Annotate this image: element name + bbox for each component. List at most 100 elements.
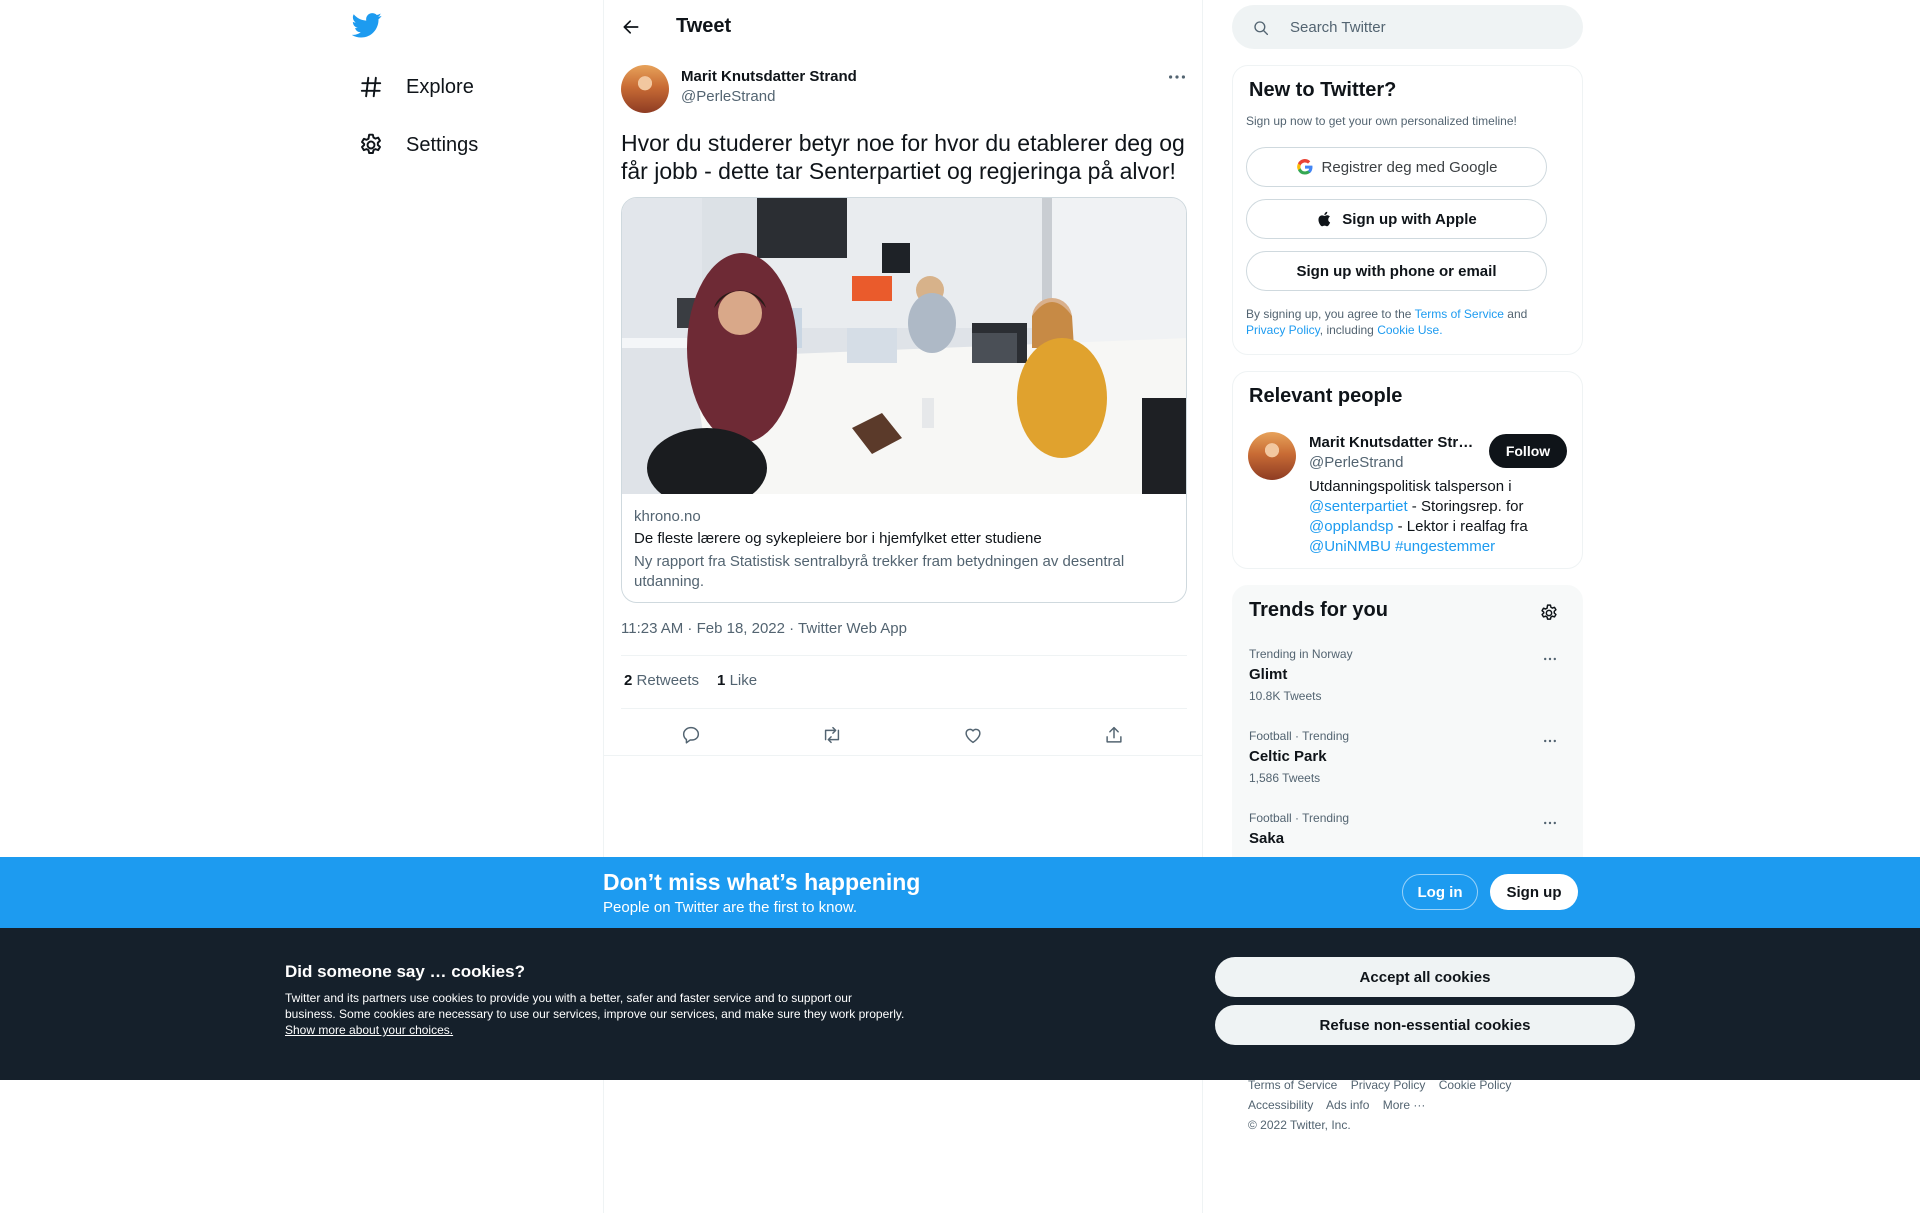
footer-link-privacy[interactable]: Privacy Policy [1351,1078,1426,1092]
search-input[interactable] [1290,15,1560,39]
likes-count: 1 [717,672,726,689]
divider [604,755,1202,756]
divider [621,655,1187,656]
card-image [622,198,1186,508]
google-signup-button[interactable]: Registrer deg med Google [1246,147,1547,187]
search-icon [1254,21,1269,36]
person-bio: Utdanningspolitisk talsperson i @senterp… [1309,477,1569,557]
terms-prefix: By signing up, you agree to the [1246,307,1412,321]
cookie-choices-link[interactable]: Show more about your choices. [285,1023,453,1037]
tweet-text: Hvor du studerer betyr noe for hvor du e… [621,130,1185,184]
login-button[interactable]: Log in [1402,874,1478,910]
follow-button[interactable]: Follow [1489,434,1567,468]
author-name[interactable]: Marit Knutsdatter Strand [681,68,857,85]
person-handle[interactable]: @PerleStrand [1309,454,1403,471]
author-avatar[interactable] [621,65,669,113]
retweets-label: Retweets [636,672,700,689]
new-to-twitter-panel: New to Twitter? Sign up now to get your … [1232,65,1583,355]
cookie-use-link[interactable]: Cookie Use. [1377,323,1442,337]
apple-icon [1318,211,1331,227]
tweet-timestamp[interactable]: 11:23 AM · Feb 18, 2022 · Twitter Web Ap… [621,620,907,637]
cookie-text: Twitter and its partners use cookies to … [285,990,905,1038]
bio-text: - Lektor i realfag fra [1393,518,1528,535]
share-icon[interactable] [1097,718,1131,752]
bio-text: Utdanningspolitisk talsperson i [1309,478,1512,495]
signup-terms: By signing up, you agree to the Terms of… [1246,306,1566,338]
signup-banner: Don’t miss what’s happening People on Tw… [0,857,1920,928]
footer-link-ads-info[interactable]: Ads info [1326,1098,1369,1112]
phone-email-signup-button[interactable]: Sign up with phone or email [1246,251,1547,291]
refuse-nonessential-cookies-button[interactable]: Refuse non-essential cookies [1215,1005,1635,1045]
cookie-body: Twitter and its partners use cookies to … [285,991,905,1021]
nav-label-explore: Explore [406,75,474,98]
author-handle[interactable]: @PerleStrand [681,88,775,105]
reply-icon[interactable] [674,718,708,752]
apple-signup-button[interactable]: Sign up with Apple [1246,199,1547,239]
bio-mention-uninmbu[interactable]: @UniNMBU [1309,538,1391,555]
google-icon [1296,159,1313,175]
more-options-icon[interactable] [1538,813,1562,833]
like-icon[interactable] [956,718,990,752]
trend-count: 1,586 Tweets [1249,771,1321,785]
trend-count: 10.8K Tweets [1249,689,1322,703]
sidebar-footer: Terms of Service Privacy Policy Cookie P… [1248,1075,1578,1135]
divider [621,708,1187,709]
tweet-header: Tweet [604,0,1202,53]
card-description: Ny rapport fra Statistisk sentralbyrå tr… [634,553,1125,590]
trend-item[interactable]: Trending in Norway Glimt 10.8K Tweets [1233,647,1583,729]
trend-context: Trending in Norway [1249,647,1353,661]
terms-of-service-link[interactable]: Terms of Service [1415,307,1504,321]
cookie-title: Did someone say … cookies? [285,962,525,981]
panel-title: Trends for you [1249,599,1388,621]
google-signup-label: Registrer deg med Google [1321,158,1498,176]
twitter-bird-icon[interactable] [351,10,386,44]
footer-link-cookie-policy[interactable]: Cookie Policy [1439,1078,1512,1092]
nav-item-settings[interactable]: Settings [348,122,488,168]
footer-row: Accessibility Ads info More ··· [1248,1095,1578,1115]
trend-context: Football · Trending [1249,811,1350,825]
person-avatar[interactable] [1248,432,1296,480]
trend-name: Saka [1249,830,1285,847]
footer-link-more[interactable]: More ··· [1383,1098,1426,1112]
gear-icon [358,132,384,158]
page-title: Tweet [676,15,732,37]
nav-item-explore[interactable]: Explore [348,64,484,110]
card-title: De fleste lærere og sykepleiere bor i hj… [634,530,1042,547]
bio-hashtag-ungestemmer[interactable]: #ungestemmer [1395,538,1495,555]
footer-link-terms[interactable]: Terms of Service [1248,1078,1337,1092]
bio-mention-senterpartiet[interactable]: @senterpartiet [1309,498,1408,515]
likes-stat[interactable]: 1 Like [717,672,757,689]
search-bar[interactable] [1232,5,1583,49]
retweets-stat[interactable]: 2 Retweets [624,672,699,689]
retweets-count: 2 [624,672,633,689]
panel-subtitle: Sign up now to get your own personalized… [1246,114,1517,128]
banner-subtitle: People on Twitter are the first to know. [603,899,858,916]
signup-button[interactable]: Sign up [1490,874,1578,910]
apple-signup-label: Sign up with Apple [1342,210,1477,228]
likes-label: Like [729,672,758,689]
more-options-icon[interactable] [1538,649,1562,669]
panel-title: Relevant people [1249,385,1403,407]
link-card[interactable]: khrono.no De fleste lærere og sykepleier… [621,197,1187,603]
bio-mention-opplandsp[interactable]: @opplandsp [1309,518,1393,535]
tweet-stats: 2 Retweets 1 Like [624,672,757,689]
accept-all-cookies-button[interactable]: Accept all cookies [1215,957,1635,997]
banner-title: Don’t miss what’s happening [603,869,921,895]
footer-copyright: © 2022 Twitter, Inc. [1248,1118,1351,1132]
terms-including: , including [1319,323,1374,337]
trend-context: Football · Trending [1249,729,1350,743]
trends-panel: Trends for you Trending in Norway Glimt … [1232,585,1583,885]
nav-label-settings: Settings [406,133,479,156]
more-options-icon[interactable] [1160,66,1194,88]
privacy-policy-link[interactable]: Privacy Policy [1246,323,1320,337]
trend-name: Celtic Park [1249,748,1327,765]
panel-title: New to Twitter? [1249,79,1397,101]
footer-link-accessibility[interactable]: Accessibility [1248,1098,1313,1112]
gear-icon[interactable] [1536,600,1562,626]
retweet-icon[interactable] [815,718,849,752]
person-name[interactable]: Marit Knutsdatter Strand [1309,434,1477,451]
hashtag-icon [358,74,384,100]
trend-item[interactable]: Football · Trending Celtic Park 1,586 Tw… [1233,729,1583,811]
back-arrow-icon[interactable] [614,10,648,44]
more-options-icon[interactable] [1538,731,1562,751]
